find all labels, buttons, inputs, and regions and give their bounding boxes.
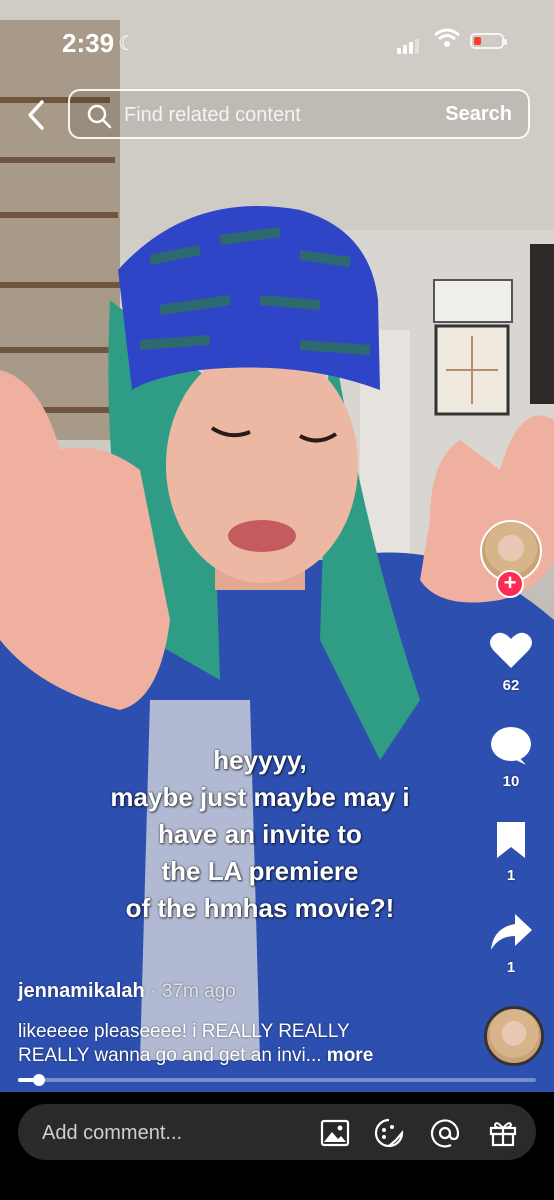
image-icon[interactable]	[320, 1118, 350, 1148]
moon-icon: ☾	[118, 33, 136, 55]
bookmark-icon[interactable]	[495, 820, 527, 865]
overlay-line: heyyyy,	[213, 745, 307, 775]
heart-icon[interactable]	[489, 630, 533, 675]
post-meta: jennamikalah · 37m ago	[18, 980, 236, 1003]
comment-bubble-icon[interactable]	[490, 726, 532, 771]
wifi-icon	[434, 28, 460, 53]
video-caption-overlay: heyyyy, maybe just maybe may i have an i…	[80, 742, 440, 927]
status-time: 2:39	[62, 28, 115, 58]
like-action[interactable]: 62	[480, 630, 542, 694]
video-progress-bar[interactable]	[18, 1074, 536, 1086]
overlay-line: the LA premiere	[161, 856, 359, 886]
like-count: 62	[502, 677, 520, 694]
gift-icon[interactable]	[488, 1118, 518, 1148]
bottom-bar	[0, 1092, 554, 1200]
share-count: 1	[506, 959, 516, 976]
comment-action[interactable]: 10	[480, 726, 542, 790]
video-frame	[0, 0, 554, 1092]
post-time: · 37m ago	[150, 981, 236, 1002]
search-input[interactable]	[122, 99, 396, 131]
search-button[interactable]: Search	[445, 103, 512, 126]
sound-disc[interactable]	[484, 1006, 544, 1066]
follow-plus-icon[interactable]: +	[496, 570, 524, 598]
comment-input[interactable]	[40, 1117, 304, 1149]
status-bar: 2:39 ☾	[0, 0, 554, 80]
share-action[interactable]: 1	[480, 912, 542, 976]
signal-icon	[397, 36, 421, 54]
search-bar[interactable]: Search	[68, 89, 530, 139]
more-link[interactable]: more	[327, 1045, 373, 1066]
caption-line: REALLY wanna go and get an invi...	[18, 1045, 322, 1066]
post-caption[interactable]: likeeeee pleaseeee! i REALLY REALLY REAL…	[18, 1020, 438, 1068]
caption-line: likeeeee pleaseeee! i REALLY REALLY	[18, 1021, 350, 1042]
mention-icon[interactable]	[430, 1118, 460, 1148]
video-player[interactable]: 2:39 ☾ Search heyyyy, maybe just maybe m…	[0, 0, 554, 1092]
save-action[interactable]: 1	[480, 820, 542, 884]
username[interactable]: jennamikalah	[18, 980, 145, 1002]
comment-bar[interactable]	[18, 1104, 536, 1160]
share-arrow-icon[interactable]	[489, 912, 533, 957]
overlay-line: maybe just maybe may i	[110, 782, 410, 812]
battery-icon	[470, 33, 507, 49]
comment-count: 10	[502, 773, 520, 790]
search-icon	[86, 103, 112, 134]
save-count: 1	[506, 867, 516, 884]
progress-handle[interactable]	[32, 1074, 45, 1086]
overlay-line: of the hmhas movie?!	[125, 893, 395, 923]
emoji-sticker-icon[interactable]	[374, 1118, 404, 1148]
back-icon[interactable]	[22, 98, 52, 132]
overlay-line: have an invite to	[158, 819, 362, 849]
